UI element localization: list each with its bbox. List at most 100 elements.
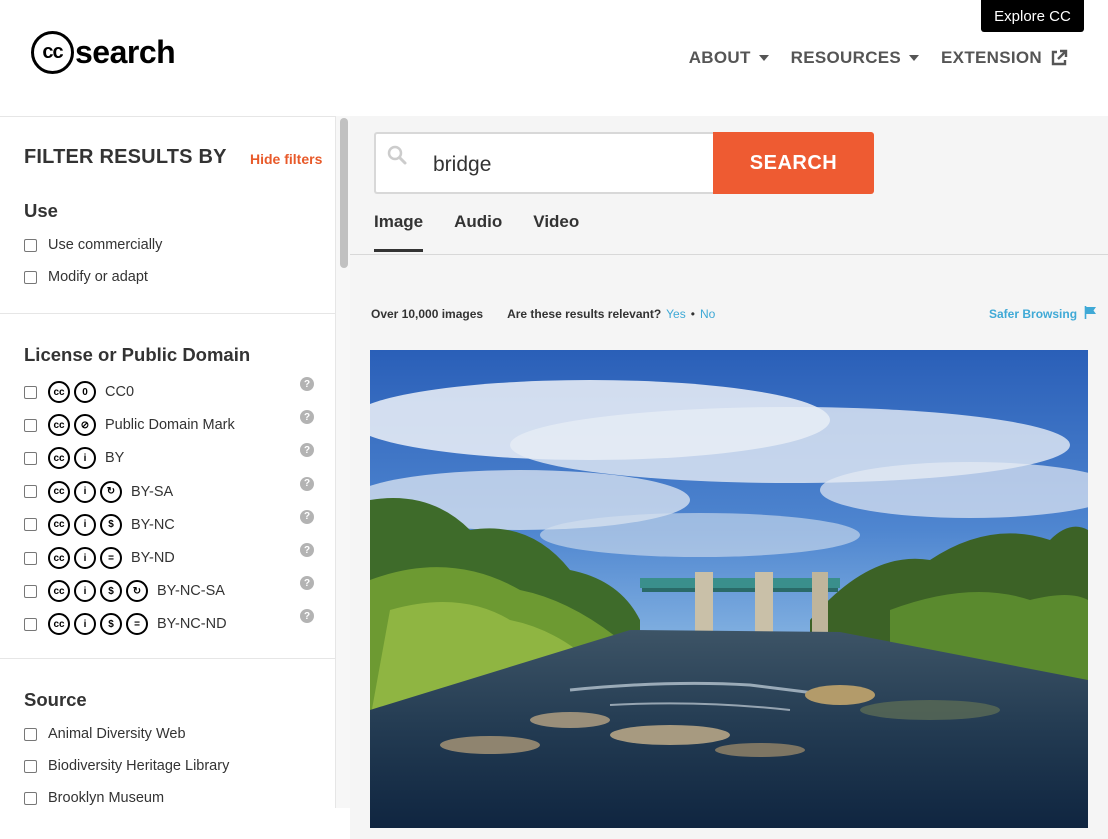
flag-icon <box>1084 306 1097 322</box>
search-button[interactable]: SEARCH <box>713 132 874 194</box>
checkbox[interactable] <box>24 584 37 598</box>
filter-license-public-domain-mark[interactable]: cc ⊘ Public Domain Mark <box>24 414 235 437</box>
filter-license-by-nc[interactable]: cc i $ BY-NC <box>24 513 175 536</box>
checkbox-label: Animal Diversity Web <box>48 726 186 742</box>
help-icon[interactable]: ? <box>300 576 314 591</box>
filter-license-by-nd[interactable]: cc i = BY-ND <box>24 547 175 569</box>
license-by-icon: i <box>74 480 96 503</box>
filter-heading: FILTER RESULTS BY <box>24 146 227 168</box>
license-icons: cc i <box>48 447 96 470</box>
license-cc-icon: cc <box>48 580 70 603</box>
explore-cc-button[interactable]: Explore CC <box>981 0 1084 32</box>
filter-source-item[interactable]: Animal Diversity Web <box>24 726 186 742</box>
media-tabs: Image Audio Video <box>374 212 579 252</box>
checkbox[interactable] <box>24 727 37 741</box>
license-nd-icon: = <box>100 547 122 569</box>
license-cc-icon: cc <box>48 480 70 503</box>
license-cc-icon: cc <box>48 447 70 470</box>
relevance-no-link[interactable]: No <box>700 307 715 321</box>
logo-text: search <box>75 34 176 70</box>
filter-license-cc0[interactable]: cc 0 CC0 <box>24 381 134 403</box>
results-meta: Over 10,000 images Are these results rel… <box>371 307 715 321</box>
checkbox-label: Modify or adapt <box>48 269 148 285</box>
checkbox-label: Biodiversity Heritage Library <box>48 758 230 774</box>
filter-use-commercially[interactable]: Use commercially <box>24 237 162 253</box>
checkbox[interactable] <box>24 485 37 499</box>
nav-about-label: ABOUT <box>688 48 751 67</box>
filter-license-by-nc-nd[interactable]: cc i $ = BY-NC-ND <box>24 613 227 636</box>
nav-extension[interactable]: EXTENSION <box>941 48 1068 68</box>
checkbox[interactable] <box>24 791 37 805</box>
search-query: bridge <box>433 153 492 176</box>
license-by-icon: i <box>74 580 96 603</box>
license-label: Public Domain Mark <box>105 417 235 434</box>
license-by-icon: i <box>74 447 96 470</box>
filter-modify-adapt[interactable]: Modify or adapt <box>24 269 148 285</box>
tab-audio[interactable]: Audio <box>454 212 502 252</box>
license-icons: cc i $ = <box>48 613 148 636</box>
license-cc-icon: cc <box>48 381 70 403</box>
main-nav: ABOUT RESOURCES EXTENSION <box>689 48 1068 68</box>
checkbox[interactable] <box>24 270 37 284</box>
filter-source-item[interactable]: Biodiversity Heritage Library <box>24 758 229 774</box>
caret-down-icon <box>909 55 920 61</box>
nav-about[interactable]: ABOUT <box>689 48 769 68</box>
safer-browsing-toggle[interactable]: Safer Browsing <box>989 306 1097 322</box>
filter-source-item[interactable]: Brooklyn Museum <box>24 790 164 806</box>
use-section-title: Use <box>24 200 58 221</box>
license-sa-icon: ↻ <box>126 580 148 603</box>
checkbox-label: Use commercially <box>48 237 163 253</box>
help-icon[interactable]: ? <box>300 443 314 458</box>
license-cc-icon: cc <box>48 414 70 437</box>
checkbox[interactable] <box>24 518 37 532</box>
hide-filters-link[interactable]: Hide filters <box>250 151 322 167</box>
nav-extension-label: EXTENSION <box>941 48 1042 67</box>
sidebar-scrollbar-thumb[interactable] <box>340 118 348 268</box>
tab-video[interactable]: Video <box>533 212 579 252</box>
filter-sidebar: FILTER RESULTS BY Hide filters Use Use c… <box>0 116 336 808</box>
license-cc-icon: cc <box>48 547 70 569</box>
help-icon[interactable]: ? <box>300 476 314 491</box>
search-icon <box>386 144 408 171</box>
cc-search-logo[interactable]: cc search <box>31 31 176 74</box>
filter-license-by-nc-sa[interactable]: cc i $ ↻ BY-NC-SA <box>24 580 225 603</box>
license-zero-icon: 0 <box>74 381 96 403</box>
relevance-yes-link[interactable]: Yes <box>666 307 686 321</box>
checkbox[interactable] <box>24 551 37 565</box>
license-label: BY-SA <box>131 483 174 500</box>
license-label: BY-NC-ND <box>157 616 227 633</box>
license-icons: cc i $ ↻ <box>48 580 148 603</box>
relevance-question: Are these results relevant? <box>507 307 662 321</box>
license-by-icon: i <box>74 547 96 569</box>
checkbox[interactable] <box>24 759 37 773</box>
license-nc-icon: $ <box>100 580 122 603</box>
license-nc-icon: $ <box>100 513 122 536</box>
nav-resources[interactable]: RESOURCES <box>791 48 920 68</box>
checkbox[interactable] <box>24 418 37 432</box>
license-icons: cc ⊘ <box>48 414 96 437</box>
license-icons: cc 0 <box>48 381 96 403</box>
checkbox[interactable] <box>24 238 37 252</box>
checkbox[interactable] <box>24 385 37 399</box>
help-icon[interactable]: ? <box>300 543 314 557</box>
license-cc-icon: cc <box>48 513 70 536</box>
checkbox[interactable] <box>24 451 37 465</box>
filter-license-by[interactable]: cc i BY <box>24 447 124 470</box>
license-label: CC0 <box>105 384 135 400</box>
help-icon[interactable]: ? <box>300 410 314 425</box>
separator-dot: • <box>690 307 695 321</box>
help-icon[interactable]: ? <box>300 377 314 391</box>
search-input[interactable]: bridge <box>374 132 714 194</box>
license-label: BY-ND <box>131 550 175 566</box>
result-image[interactable] <box>370 350 1088 828</box>
checkbox[interactable] <box>24 617 37 631</box>
help-icon[interactable]: ? <box>300 509 314 524</box>
help-icon[interactable]: ? <box>300 609 314 624</box>
cc-logo-icon: cc <box>31 31 74 74</box>
license-sa-icon: ↻ <box>100 480 122 503</box>
tab-image[interactable]: Image <box>374 212 424 252</box>
license-cc-icon: cc <box>48 613 70 636</box>
filter-license-by-sa[interactable]: cc i ↻ BY-SA <box>24 480 174 503</box>
result-count: Over 10,000 images <box>371 307 484 321</box>
license-section-title: License or Public Domain <box>24 344 251 365</box>
